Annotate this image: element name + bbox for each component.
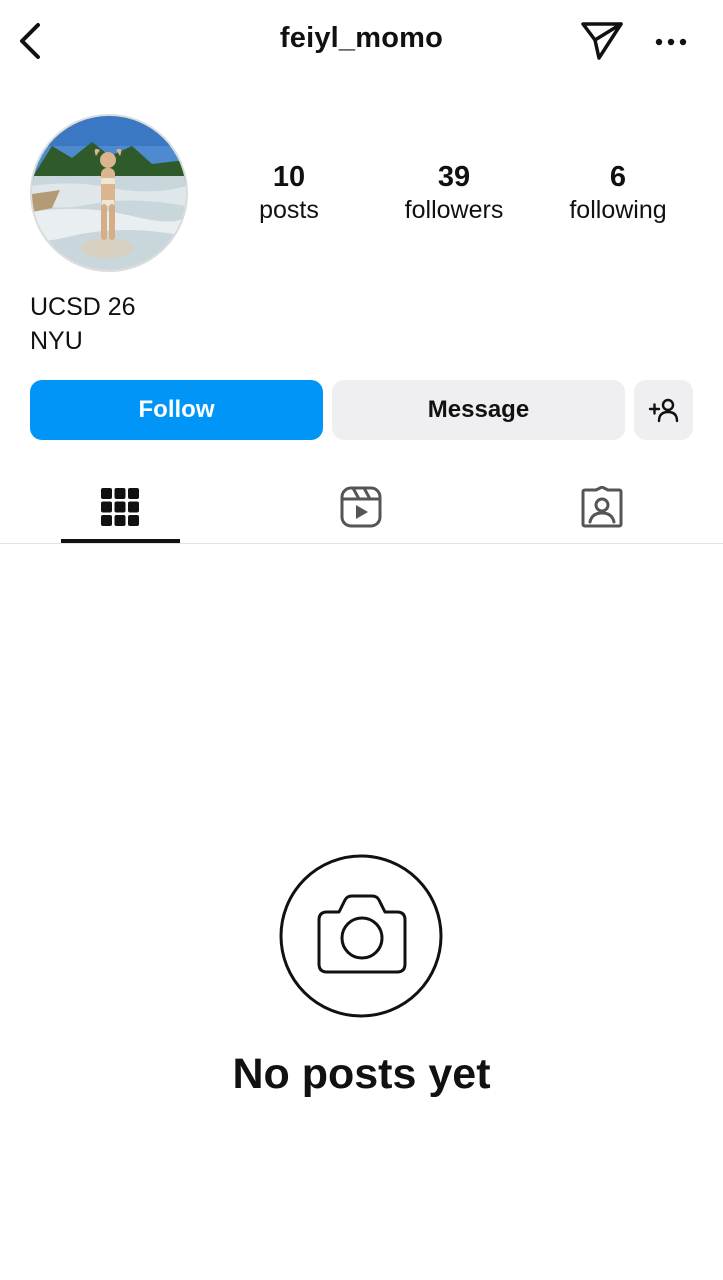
tab-tagged[interactable] — [542, 470, 662, 543]
profile-avatar[interactable] — [30, 114, 188, 272]
tab-reels[interactable] — [301, 470, 421, 543]
message-button[interactable]: Message — [332, 380, 625, 440]
top-bar: feiyl_momo — [0, 0, 723, 84]
following-count[interactable]: 6 following — [543, 160, 693, 226]
followers-count[interactable]: 39 followers — [379, 160, 529, 226]
more-options-button[interactable] — [648, 22, 694, 62]
following-count-value: 6 — [609, 161, 627, 193]
active-tab-indicator — [61, 539, 180, 543]
reels-icon — [340, 486, 382, 527]
profile-tabs — [0, 470, 723, 544]
bio-line: NYU — [30, 327, 83, 355]
bio-line: UCSD 26 — [30, 293, 136, 321]
follow-button[interactable]: Follow — [30, 380, 323, 440]
posts-count-value: 10 — [272, 161, 306, 193]
paper-plane-icon — [581, 22, 623, 60]
avatar-photo — [32, 116, 186, 270]
posts-count-label: posts — [259, 196, 319, 224]
followers-count-label: followers — [404, 196, 504, 224]
profile-bio: UCSD 26 NYU — [30, 290, 136, 358]
camera-icon — [279, 854, 443, 1018]
empty-state-camera — [279, 854, 443, 1018]
followers-count-value: 39 — [437, 161, 471, 193]
tagged-icon — [581, 485, 623, 527]
empty-state-message: No posts yet — [232, 1050, 491, 1098]
following-count-label: following — [569, 196, 667, 224]
posts-count[interactable]: 10 posts — [214, 160, 364, 226]
add-person-icon — [648, 398, 678, 423]
grid-icon — [101, 487, 139, 526]
tab-posts-grid[interactable] — [60, 470, 180, 543]
profile-page: feiyl_momo 10 posts 39 followers 6 follo… — [0, 0, 723, 1280]
send-message-button[interactable] — [578, 18, 626, 64]
suggest-people-button[interactable] — [634, 380, 693, 440]
more-horizontal-icon — [655, 38, 687, 46]
